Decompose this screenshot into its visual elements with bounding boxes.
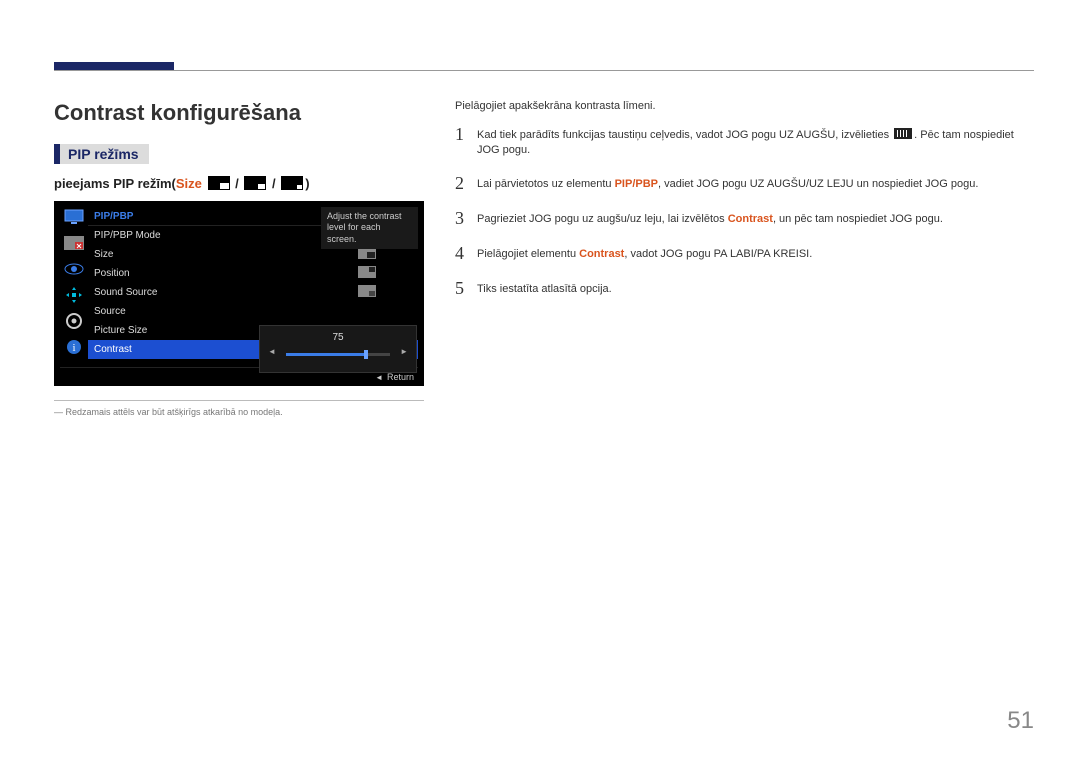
osd-slider-popup: 75 ◄ ► xyxy=(259,325,417,373)
step-number: 2 xyxy=(455,173,477,194)
step-number: 5 xyxy=(455,278,477,299)
header-accent-bar xyxy=(54,62,174,70)
step-4: 4 Pielāgojiet elementu Contrast, vadot J… xyxy=(455,243,1034,264)
return-label[interactable]: Return xyxy=(387,372,414,382)
step-3: 3 Pagrieziet JOG pogu uz augšu/uz leju, … xyxy=(455,208,1034,229)
osd-screenshot: i PIP/PBP PIP/PBP ModeOn Size Position S… xyxy=(54,201,424,386)
eye-icon xyxy=(63,259,85,279)
step-text: Tiks iestatīta atlasītā opcija. xyxy=(477,278,612,297)
osd-item-sound[interactable]: Sound Source xyxy=(88,283,418,302)
size-icon-small xyxy=(281,176,303,190)
availability-line: pieejams PIP režīm(Size / / ) xyxy=(54,176,434,191)
steps-list: 1 Kad tiek parādīts funkcijas taustiņu c… xyxy=(455,124,1034,299)
osd-slider-thumb[interactable] xyxy=(364,350,368,359)
position-value-icon xyxy=(358,266,376,278)
avail-close-paren: ) xyxy=(305,176,309,191)
step-text: Lai pārvietotos uz elementu PIP/PBP, vad… xyxy=(477,173,978,192)
gear-icon xyxy=(63,311,85,331)
move-icon xyxy=(63,285,85,305)
osd-tooltip: Adjust the contrast level for each scree… xyxy=(321,207,418,249)
step-text: Pielāgojiet elementu Contrast, vadot JOG… xyxy=(477,243,812,262)
step-2: 2 Lai pārvietotos uz elementu PIP/PBP, v… xyxy=(455,173,1034,194)
avail-prefix: pieejams PIP režīm xyxy=(54,176,172,191)
size-icon-large xyxy=(208,176,230,190)
left-column: Contrast konfigurēšana PIP režīms pieeja… xyxy=(54,100,434,417)
slider-left-arrow-icon[interactable]: ◄ xyxy=(268,347,276,356)
step-number: 1 xyxy=(455,124,477,145)
page-number: 51 xyxy=(1007,707,1034,735)
step-number: 4 xyxy=(455,243,477,264)
intro-text: Pielāgojiet apakšekrāna kontrasta līmeni… xyxy=(455,100,1034,112)
osd-item-source[interactable]: Source xyxy=(88,302,418,321)
sep-1: / xyxy=(232,176,243,191)
step-5: 5 Tiks iestatīta atlasītā opcija. xyxy=(455,278,1034,299)
footnote-rule xyxy=(54,400,424,401)
sep-2: / xyxy=(268,176,279,191)
osd-item-position[interactable]: Position xyxy=(88,264,418,283)
step-number: 3 xyxy=(455,208,477,229)
step-text: Pagrieziet JOG pogu uz augšu/uz leju, la… xyxy=(477,208,943,227)
pip-x-icon xyxy=(63,233,85,253)
size-value-icon xyxy=(358,247,376,259)
osd-sidebar: i xyxy=(60,207,88,363)
osd-slider-fill xyxy=(286,353,364,356)
size-icon-medium xyxy=(244,176,266,190)
osd-slider-track[interactable] xyxy=(286,353,390,356)
return-arrow-icon[interactable]: ◄ xyxy=(375,373,383,382)
avail-size-word: Size xyxy=(176,176,202,191)
svg-text:i: i xyxy=(72,342,75,354)
footnote-text: ― Redzamais attēls var būt atšķirīgs atk… xyxy=(54,407,434,417)
slider-right-arrow-icon[interactable]: ► xyxy=(400,347,408,356)
menu-bars-icon xyxy=(894,128,912,139)
step-text: Kad tiek parādīts funkcijas taustiņu ceļ… xyxy=(477,124,1034,159)
right-column: Pielāgojiet apakšekrāna kontrasta līmeni… xyxy=(455,100,1034,313)
header-rule xyxy=(54,70,1034,71)
page-title: Contrast konfigurēšana xyxy=(54,100,434,126)
sound-value-icon xyxy=(358,285,376,297)
info-icon: i xyxy=(63,337,85,357)
subsection-pip-mode: PIP režīms xyxy=(54,144,149,164)
monitor-icon xyxy=(63,207,85,227)
step-1: 1 Kad tiek parādīts funkcijas taustiņu c… xyxy=(455,124,1034,159)
osd-slider-value: 75 xyxy=(268,332,408,343)
